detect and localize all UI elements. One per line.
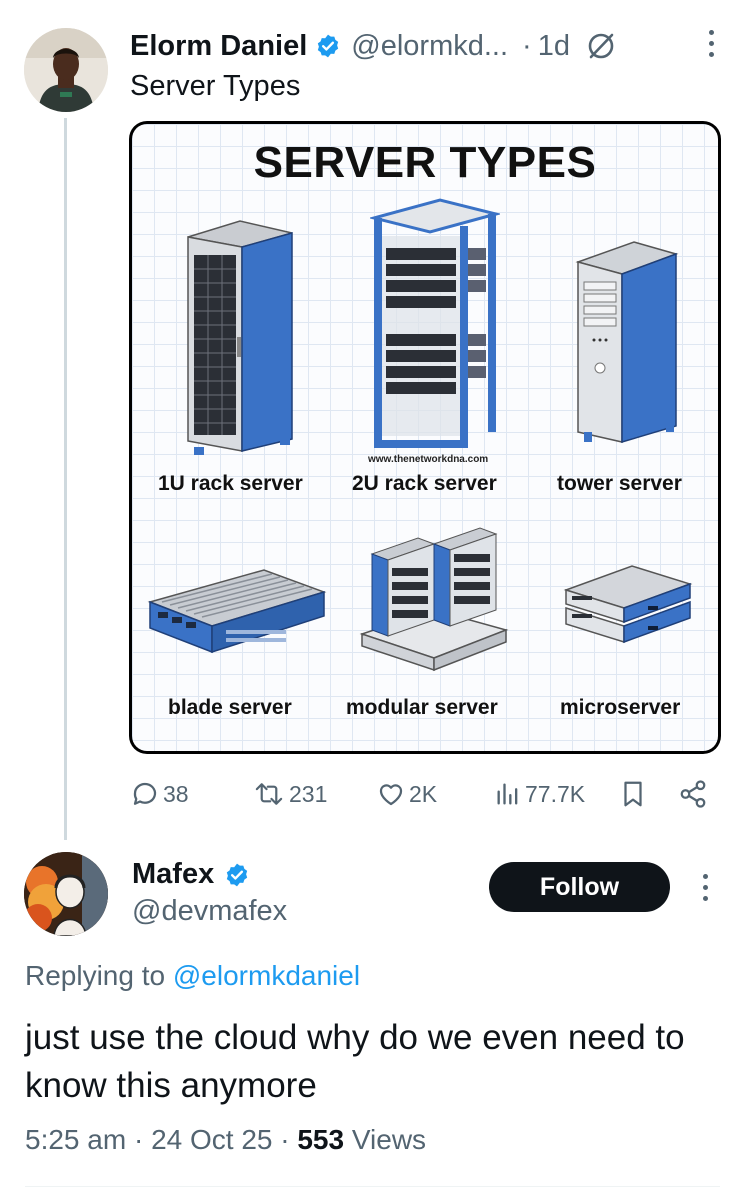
more-options-icon[interactable] bbox=[707, 30, 715, 60]
modular-server-illustration bbox=[359, 527, 509, 672]
meta-separator: · bbox=[280, 1124, 290, 1155]
reply-view-count: 553 bbox=[297, 1124, 345, 1155]
microserver-illustration bbox=[563, 565, 693, 644]
tweet-action-bar: 38 231 2K 77.7K bbox=[130, 772, 720, 816]
views-button[interactable]: 77.7K bbox=[494, 772, 585, 816]
tweet-header: Elorm Daniel @elormkd... · 1d bbox=[130, 26, 725, 66]
share-button[interactable] bbox=[678, 772, 711, 816]
views-icon bbox=[497, 783, 518, 805]
author-name[interactable]: Elorm Daniel bbox=[130, 30, 307, 63]
share-icon bbox=[680, 780, 706, 808]
reply-more-options-icon[interactable] bbox=[701, 874, 709, 904]
tower-server-illustration bbox=[575, 241, 679, 444]
tweet-time[interactable]: 1d bbox=[538, 30, 570, 63]
follow-button[interactable]: Follow bbox=[489, 862, 670, 912]
repost-icon bbox=[255, 783, 283, 805]
label-tower-server: tower server bbox=[557, 472, 682, 495]
bookmark-button[interactable] bbox=[620, 772, 649, 816]
tweet-text: Server Types bbox=[130, 70, 301, 102]
verified-badge-icon bbox=[224, 862, 250, 888]
image-watermark: www.thenetworkdna.com bbox=[368, 454, 489, 465]
reply-metadata: 5:25 am · 24 Oct 25 · 553 Views bbox=[25, 1124, 426, 1156]
verified-badge-icon bbox=[315, 33, 341, 59]
reply-author-name-row: Mafex bbox=[132, 858, 260, 891]
label-microserver: microserver bbox=[560, 696, 681, 719]
author-avatar[interactable] bbox=[24, 28, 108, 112]
image-title: SERVER TYPES bbox=[253, 138, 597, 187]
replying-to-handle-link[interactable]: @elormkdaniel bbox=[173, 960, 360, 991]
rack-server-2u-illustration bbox=[370, 198, 500, 448]
author-handle[interactable]: @elormkd... bbox=[351, 30, 508, 63]
reply-author-avatar[interactable] bbox=[24, 852, 108, 936]
reply-author-name[interactable]: Mafex bbox=[132, 858, 214, 891]
reply-button[interactable]: 38 bbox=[130, 772, 189, 816]
reply-icon bbox=[133, 782, 157, 805]
thread-connector-line bbox=[64, 118, 67, 840]
separator-dot: · bbox=[522, 29, 532, 62]
tweet-image[interactable]: SERVER TYPES 1U rack server www.thenetwo… bbox=[129, 121, 721, 754]
blade-server-illustration bbox=[147, 569, 327, 654]
like-icon bbox=[379, 784, 403, 806]
grok-icon[interactable] bbox=[584, 29, 618, 63]
bookmark-icon bbox=[624, 781, 642, 807]
like-button[interactable]: 2K bbox=[376, 772, 437, 816]
view-count: 77.7K bbox=[525, 780, 586, 807]
label-modular-server: modular server bbox=[346, 696, 498, 719]
repost-button[interactable]: 231 bbox=[252, 772, 327, 816]
rack-server-1u-illustration bbox=[187, 220, 293, 455]
reply-views-label: Views bbox=[351, 1124, 427, 1155]
server-types-infographic: SERVER TYPES 1U rack server www.thenetwo… bbox=[132, 124, 718, 751]
repost-count: 231 bbox=[289, 780, 328, 807]
replying-to-prefix: Replying to bbox=[25, 960, 166, 991]
like-count: 2K bbox=[409, 780, 438, 807]
reply-text: just use the cloud why do we even need t… bbox=[25, 1018, 685, 1105]
label-blade-server: blade server bbox=[168, 696, 292, 719]
reply-date[interactable]: 24 Oct 25 bbox=[151, 1124, 272, 1155]
divider bbox=[25, 1186, 720, 1187]
reply-time[interactable]: 5:25 am bbox=[25, 1124, 126, 1155]
replying-to-line: Replying to @elormkdaniel bbox=[25, 960, 360, 992]
label-2u-rack-server: 2U rack server bbox=[352, 472, 497, 495]
reply-count: 38 bbox=[163, 780, 189, 807]
reply-author-handle[interactable]: @devmafex bbox=[132, 895, 287, 928]
label-1u-rack-server: 1U rack server bbox=[158, 472, 303, 495]
meta-separator: · bbox=[133, 1124, 144, 1155]
